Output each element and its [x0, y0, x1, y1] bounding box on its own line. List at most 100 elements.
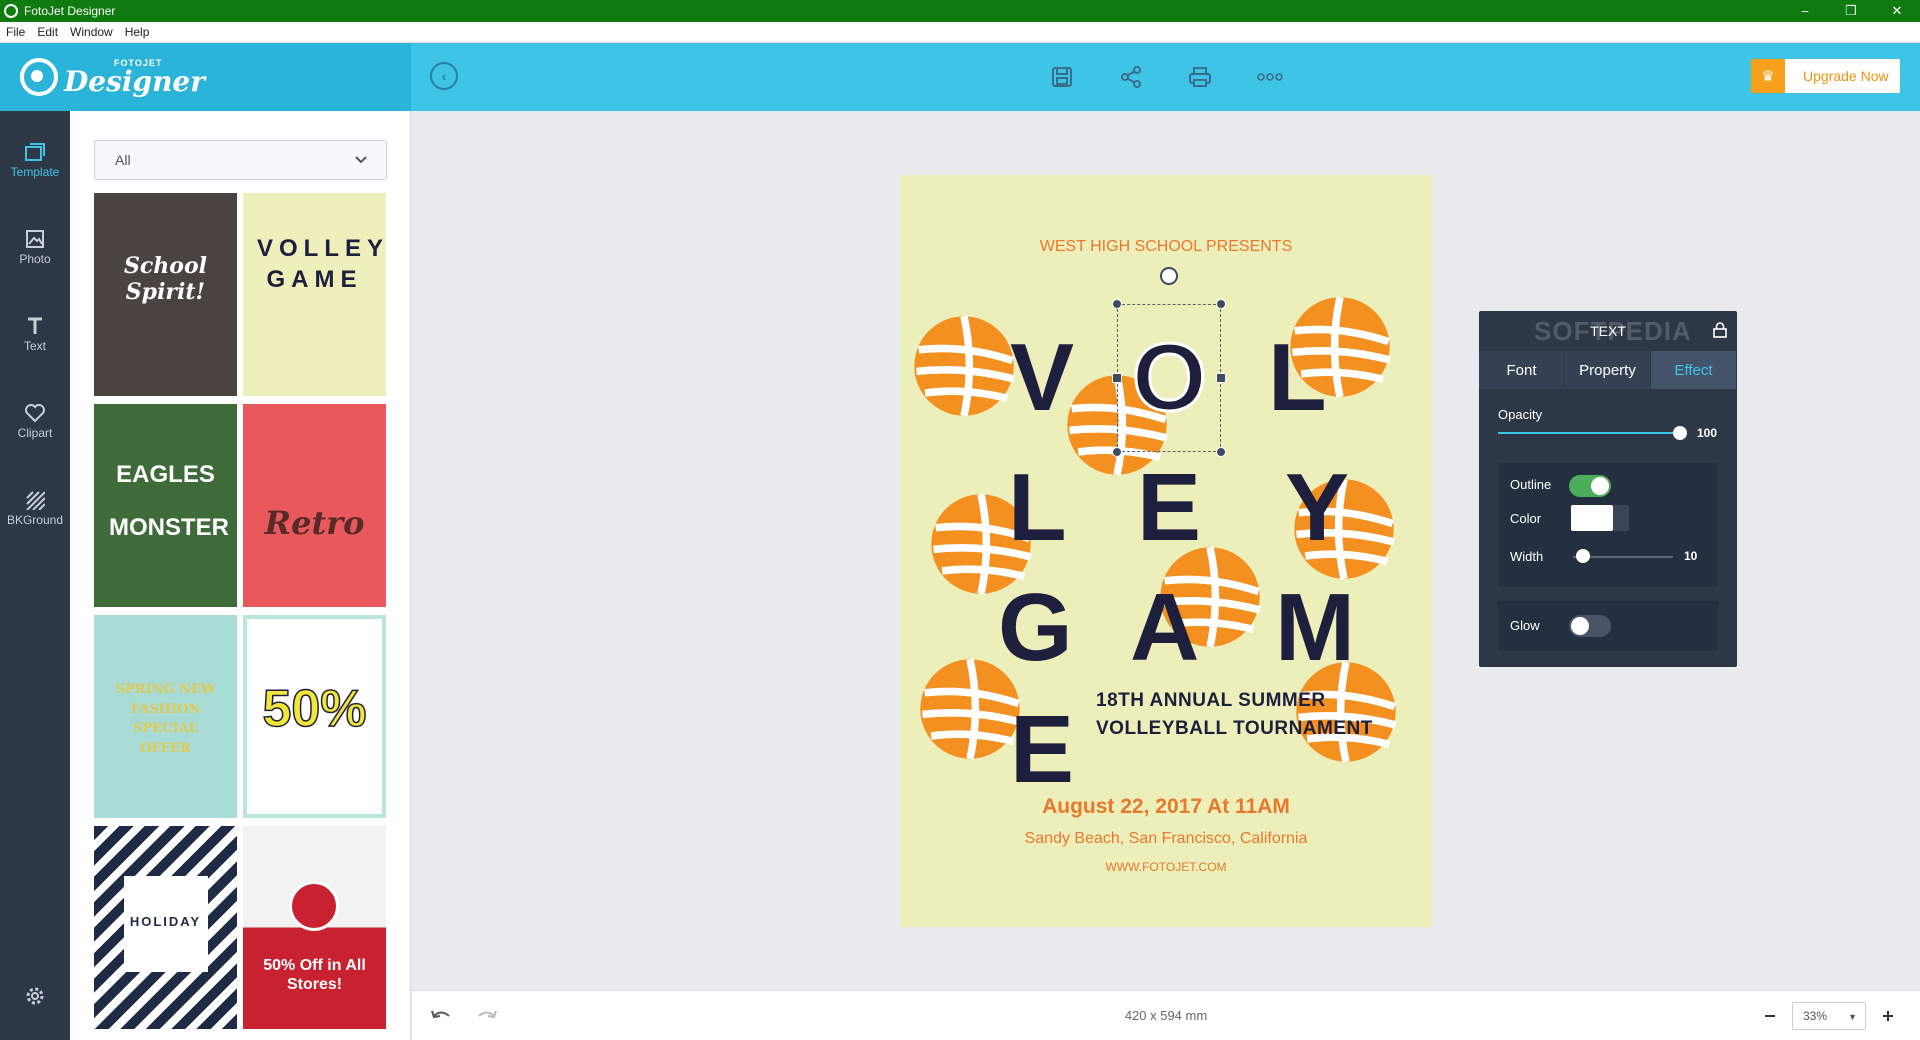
rotate-handle-icon[interactable] [1160, 267, 1178, 285]
canvas-size-label: 420 x 594 mm [1124, 1008, 1208, 1023]
zoom-select[interactable]: 33% ▼ [1792, 1002, 1866, 1030]
menu-help[interactable]: Help [119, 25, 156, 39]
poster-letter[interactable]: A [1130, 580, 1199, 676]
poster-canvas[interactable]: WEST HIGH SCHOOL PRESENTS V O L L E Y G … [900, 175, 1432, 927]
poster-subhead-2[interactable]: VOLLEYBALL TOURNAMENT [1096, 718, 1373, 740]
poster-location[interactable]: Sandy Beach, San Francisco, California [900, 830, 1432, 848]
tab-font[interactable]: Font [1479, 351, 1565, 389]
bottom-toolbar: 420 x 594 mm 33% ▼ [412, 990, 1920, 1040]
poster-presents-text[interactable]: WEST HIGH SCHOOL PRESENTS [900, 238, 1432, 256]
upgrade-button[interactable]: ♛ Upgrade Now [1751, 59, 1900, 93]
poster-letter[interactable]: L [1008, 460, 1067, 556]
tab-effect[interactable]: Effect [1651, 351, 1737, 389]
close-button[interactable]: ✕ [1874, 0, 1920, 22]
template-thumb[interactable]: EAGLES MONSTER [94, 404, 237, 607]
resize-handle[interactable] [1112, 299, 1122, 309]
panel-tabs: Font Property Effect [1479, 351, 1737, 389]
share-button[interactable] [1113, 59, 1149, 95]
opacity-label: Opacity [1498, 407, 1543, 422]
more-button[interactable] [1252, 59, 1288, 95]
opacity-slider-knob[interactable] [1673, 426, 1687, 440]
menu-window[interactable]: Window [64, 25, 119, 39]
print-icon [1189, 67, 1211, 87]
app-header: FOTOJET Designer ‹ ♛ Upgrade Now [0, 43, 1920, 111]
resize-handle[interactable] [1216, 299, 1226, 309]
photo-icon [26, 229, 44, 248]
resize-handle[interactable] [1112, 447, 1122, 457]
outline-section: Outline Color Width 10 [1498, 463, 1718, 587]
zoom-out-icon[interactable] [1764, 1010, 1776, 1022]
poster-letter[interactable]: M [1275, 580, 1355, 676]
chevron-down-icon [355, 156, 367, 164]
template-panel: All School Spirit! VOLLEY GAME EAGLES MO… [70, 111, 411, 1040]
template-thumb[interactable]: 50% Off in All Stores! [243, 826, 386, 1029]
selection-box[interactable] [1112, 299, 1226, 457]
poster-letter[interactable]: E [1137, 460, 1201, 556]
menu-file[interactable]: File [0, 25, 31, 39]
outline-label: Outline [1510, 477, 1552, 492]
poster-subhead-1[interactable]: 18TH ANNUAL SUMMER [1096, 690, 1326, 712]
width-slider-knob[interactable] [1576, 549, 1590, 563]
template-thumb[interactable]: SPRING NEW FASHION SPECIAL OFFER [94, 615, 237, 818]
background-icon [26, 490, 45, 510]
template-icon [25, 142, 45, 161]
share-icon [1121, 66, 1141, 88]
template-thumb[interactable]: HOLIDAY [94, 826, 237, 1029]
sidebar-item-label: Clipart [17, 425, 53, 440]
poster-letter[interactable]: Y [1285, 460, 1349, 556]
window-title: FotoJet Designer [24, 4, 116, 18]
sidebar-item-template[interactable]: Template [0, 129, 70, 191]
window-titlebar: FotoJet Designer − ❐ ✕ [0, 0, 1920, 22]
outline-toggle[interactable] [1569, 475, 1611, 497]
resize-handle[interactable] [1216, 373, 1226, 383]
sidebar-item-label: BKGround [6, 512, 64, 527]
sidebar-item-label: Photo [19, 251, 51, 266]
zoom-value: 33% [1803, 1009, 1828, 1023]
template-title: 50% [262, 679, 368, 739]
volleyball-clipart[interactable] [910, 312, 1018, 420]
sidebar-item-label: Template [10, 164, 60, 179]
opacity-value: 100 [1697, 426, 1718, 440]
glow-toggle-knob [1571, 617, 1589, 635]
more-icon [1257, 73, 1283, 81]
category-select[interactable]: All [94, 140, 387, 180]
template-title: Retro [264, 504, 365, 542]
heart-icon [25, 403, 45, 422]
back-button[interactable]: ‹ [430, 62, 458, 90]
poster-letter[interactable]: V [1010, 330, 1074, 426]
sidebar-item-photo[interactable]: Photo [0, 216, 70, 278]
menu-edit[interactable]: Edit [31, 25, 64, 39]
gear-icon[interactable] [24, 985, 46, 1007]
text-icon [28, 317, 42, 334]
glow-label: Glow [1510, 618, 1540, 633]
maximize-button[interactable]: ❐ [1828, 0, 1874, 22]
logo-big-text: Designer [64, 64, 205, 98]
print-button[interactable] [1182, 59, 1218, 95]
sidebar-item-clipart[interactable]: Clipart [0, 390, 70, 452]
template-thumb[interactable]: VOLLEY GAME [243, 193, 386, 396]
resize-handle[interactable] [1216, 447, 1226, 457]
glow-toggle[interactable] [1569, 615, 1611, 637]
template-thumb[interactable]: 50% [243, 615, 386, 818]
resize-handle[interactable] [1112, 373, 1122, 383]
template-thumb[interactable]: Retro [243, 404, 386, 607]
caret-down-icon: ▼ [1848, 1012, 1857, 1022]
poster-website[interactable]: WWW.FOTOJET.COM [900, 860, 1432, 874]
app-icon [4, 4, 18, 18]
color-palette-icon[interactable] [1613, 505, 1629, 531]
tab-property[interactable]: Property [1565, 351, 1651, 389]
poster-date[interactable]: August 22, 2017 At 11AM [900, 795, 1432, 819]
lock-icon[interactable] [1713, 322, 1727, 338]
poster-letter[interactable]: E [1010, 702, 1074, 798]
poster-letter[interactable]: G [998, 580, 1073, 676]
logo-icon [20, 58, 58, 96]
sidebar-item-text[interactable]: Text [0, 303, 70, 365]
sidebar-item-bkground[interactable]: BKGround [0, 477, 70, 539]
outline-color-swatch[interactable] [1571, 505, 1613, 531]
minimize-button[interactable]: − [1782, 0, 1828, 22]
template-thumb[interactable]: School Spirit! [94, 193, 237, 396]
save-button[interactable] [1044, 59, 1080, 95]
poster-letter[interactable]: L [1268, 330, 1327, 426]
left-sidebar: Template Photo Text Clipart BKGround [0, 111, 70, 1040]
zoom-in-icon[interactable] [1882, 1010, 1894, 1022]
